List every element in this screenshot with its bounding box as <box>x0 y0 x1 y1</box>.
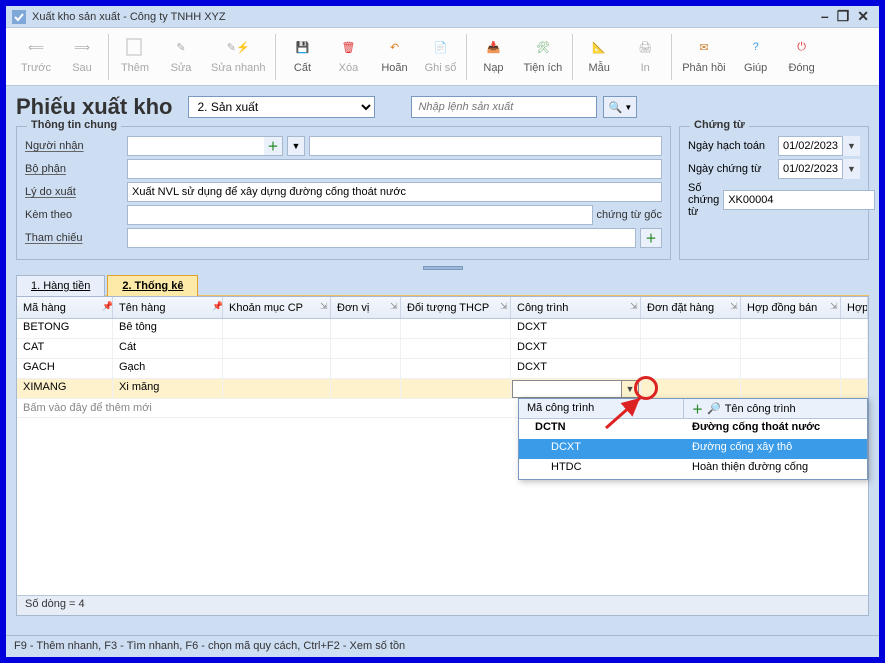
edit-button[interactable]: ✎Sửa <box>159 30 203 78</box>
recipient-dropdown-button[interactable]: ▼ <box>287 136 305 156</box>
pin-icon: ⇲ <box>830 301 838 309</box>
project-cell-input[interactable] <box>512 380 639 398</box>
main-toolbar: ⟸Trước ⟹Sau Thêm ✎Sửa ✎⚡Sửa nhanh 💾Cất 🗑… <box>6 28 879 86</box>
dropdown-col-code[interactable]: Mã công trình <box>519 399 684 418</box>
delete-button[interactable]: 🗑Xóa <box>326 30 370 78</box>
table-row[interactable]: BETONG Bê tông DCXT <box>17 319 868 339</box>
reference-input[interactable] <box>127 228 636 248</box>
save-button[interactable]: 💾Cất <box>280 30 324 78</box>
attach-suffix: chứng từ gốc <box>597 209 662 221</box>
tab-stats[interactable]: 2. Thống kê <box>107 275 198 296</box>
dropdown-item[interactable]: DCXT Đường cống xây thô <box>519 439 867 459</box>
table-row[interactable]: XIMANG Xi măng ▼ <box>17 379 868 399</box>
pin-icon: ⇲ <box>500 301 508 309</box>
col-thcp[interactable]: Đối tượng THCP⇲ <box>401 297 511 318</box>
page-title: Phiếu xuất kho <box>16 94 172 120</box>
add-button[interactable]: Thêm <box>113 30 157 78</box>
pin-icon: 📌 <box>102 301 110 309</box>
window-title: Xuất kho sản xuất - Công ty TNHH XYZ <box>32 11 226 23</box>
plus-icon: ＋ <box>646 230 657 246</box>
close-window-button[interactable]: ✕ <box>857 8 869 25</box>
vch-no-label: Số chứng từ <box>688 182 719 218</box>
col-code[interactable]: Mã hàng📌 <box>17 297 113 318</box>
acc-date-label: Ngày hạch toán <box>688 140 774 152</box>
app-icon <box>12 10 26 24</box>
undo-button[interactable]: ↶Hoãn <box>372 30 416 78</box>
recipient-name-input[interactable] <box>309 136 662 156</box>
print-button[interactable]: 🖨In <box>623 30 667 78</box>
dropdown-item[interactable]: DCTN Đường cống thoát nước <box>519 419 867 439</box>
voucher-legend: Chứng từ <box>690 119 749 131</box>
project-dropdown-button[interactable]: ▼ <box>621 380 639 398</box>
recipient-add-button[interactable]: ＋ <box>264 137 282 155</box>
status-bar: F9 - Thêm nhanh, F3 - Tìm nhanh, F6 - ch… <box>6 635 879 657</box>
splitter-handle[interactable] <box>16 264 869 272</box>
col-costitem[interactable]: Khoản mục CP⇲ <box>223 297 331 318</box>
dropdown-item[interactable]: HTDC Hoàn thiện đường cống <box>519 459 867 479</box>
date-picker-button[interactable]: ▼ <box>842 136 860 156</box>
plus-icon: ＋ <box>692 401 703 417</box>
record-button[interactable]: 📄Ghi sổ <box>418 30 462 78</box>
pin-icon: ⇲ <box>630 301 638 309</box>
pin-icon: 📌 <box>212 301 220 309</box>
attach-input[interactable] <box>127 205 593 225</box>
grid-footer: Số dòng = 4 <box>17 595 868 615</box>
col-unit[interactable]: Đơn vị⇲ <box>331 297 401 318</box>
attach-label: Kèm theo <box>25 209 123 221</box>
template-button[interactable]: 📐Mẫu <box>577 30 621 78</box>
search-button[interactable]: 🔍▼ <box>603 96 637 118</box>
minimize-button[interactable]: – <box>821 8 829 25</box>
pin-icon: ⇲ <box>320 301 328 309</box>
nav-back-button[interactable]: ⟸Trước <box>14 30 58 78</box>
recipient-code-input[interactable] <box>127 136 283 156</box>
load-button[interactable]: 📥Nạp <box>471 30 515 78</box>
col-contract2[interactable]: Hợp đồ <box>841 297 868 318</box>
feedback-button[interactable]: ✉Phản hồi <box>676 30 731 78</box>
col-contract[interactable]: Hợp đồng bán⇲ <box>741 297 841 318</box>
search-icon: 🔍 <box>609 101 623 114</box>
plus-icon: ＋ <box>268 138 279 154</box>
utilities-button[interactable]: 🛠Tiện ích <box>517 30 568 78</box>
production-order-search[interactable] <box>411 96 597 118</box>
reference-add-button[interactable]: ＋ <box>640 228 662 248</box>
date-picker-button[interactable]: ▼ <box>842 159 860 179</box>
table-row[interactable]: CAT Cát DCXT <box>17 339 868 359</box>
general-legend: Thông tin chung <box>27 119 121 131</box>
dropdown-col-name[interactable]: ＋ 🔎 Tên công trình <box>684 399 867 418</box>
col-order[interactable]: Đơn đặt hàng⇲ <box>641 297 741 318</box>
nav-forward-button[interactable]: ⟹Sau <box>60 30 104 78</box>
reason-input[interactable] <box>127 182 662 202</box>
help-button[interactable]: ?Giúp <box>734 30 778 78</box>
vch-no-input[interactable] <box>723 190 875 210</box>
exit-button[interactable]: ⏻Đóng <box>780 30 824 78</box>
project-dropdown-popup: Mã công trình ＋ 🔎 Tên công trình DCTN Đư… <box>518 398 868 480</box>
recipient-label: Người nhận <box>25 140 123 152</box>
mode-select[interactable]: 2. Sản xuất <box>188 96 375 118</box>
reason-label: Lý do xuất <box>25 186 123 198</box>
binoculars-icon: 🔎 <box>707 402 721 415</box>
restore-button[interactable]: ❐ <box>837 8 850 25</box>
dept-label: Bộ phận <box>25 163 123 175</box>
tab-money[interactable]: 1. Hàng tiền <box>16 275 105 296</box>
col-name[interactable]: Tên hàng📌 <box>113 297 223 318</box>
reference-label: Tham chiếu <box>25 232 123 244</box>
table-row[interactable]: GACH Gạch DCXT <box>17 359 868 379</box>
dept-input[interactable] <box>127 159 662 179</box>
vch-date-label: Ngày chứng từ <box>688 163 774 175</box>
pin-icon: ⇲ <box>730 301 738 309</box>
quickedit-button[interactable]: ✎⚡Sửa nhanh <box>205 30 271 78</box>
col-project[interactable]: Công trình⇲ <box>511 297 641 318</box>
pin-icon: ⇲ <box>390 301 398 309</box>
